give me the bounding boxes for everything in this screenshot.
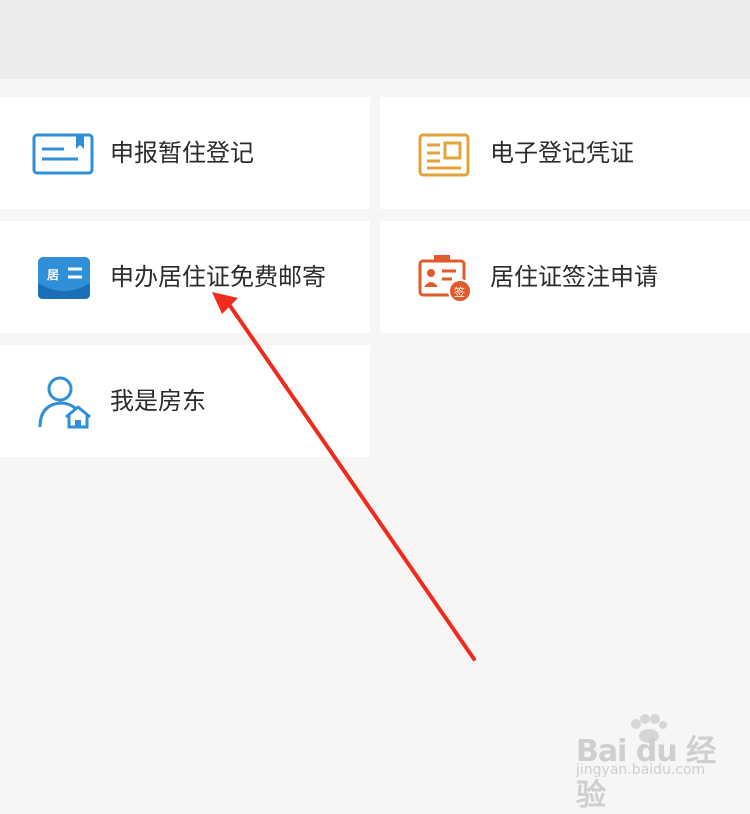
certificate-document-icon [418,133,470,177]
residence-permit-mail-icon: 居 [38,257,90,299]
service-label: 申报暂住登记 [110,139,254,167]
id-badge-endorse-icon: 签 [418,255,472,303]
registration-card-icon [32,133,94,175]
service-card-residence-permit-endorsement[interactable]: 签 居住证签注申请 [380,221,750,333]
service-label: 居住证签注申请 [490,263,658,291]
service-card-electronic-certificate[interactable]: 电子登记凭证 [380,97,750,209]
top-bar [0,0,750,79]
service-label: 电子登记凭证 [490,139,634,167]
service-label: 我是房东 [110,387,206,415]
service-card-temporary-residence-registration[interactable]: 申报暂住登记 [0,97,370,209]
service-card-i-am-landlord[interactable]: 我是房东 [0,345,370,457]
landlord-icon [38,376,91,429]
watermark-url: jingyan.baidu.com [576,762,706,778]
service-card-residence-permit-free-mail[interactable]: 居 申办居住证免费邮寄 [0,221,370,333]
service-label: 申办居住证免费邮寄 [110,263,326,291]
icon-glyph: 签 [454,285,465,299]
baidu-jingyan-watermark: Bai du 经验 jingyan.baidu.com [576,712,726,813]
icon-glyph: 居 [47,268,59,282]
